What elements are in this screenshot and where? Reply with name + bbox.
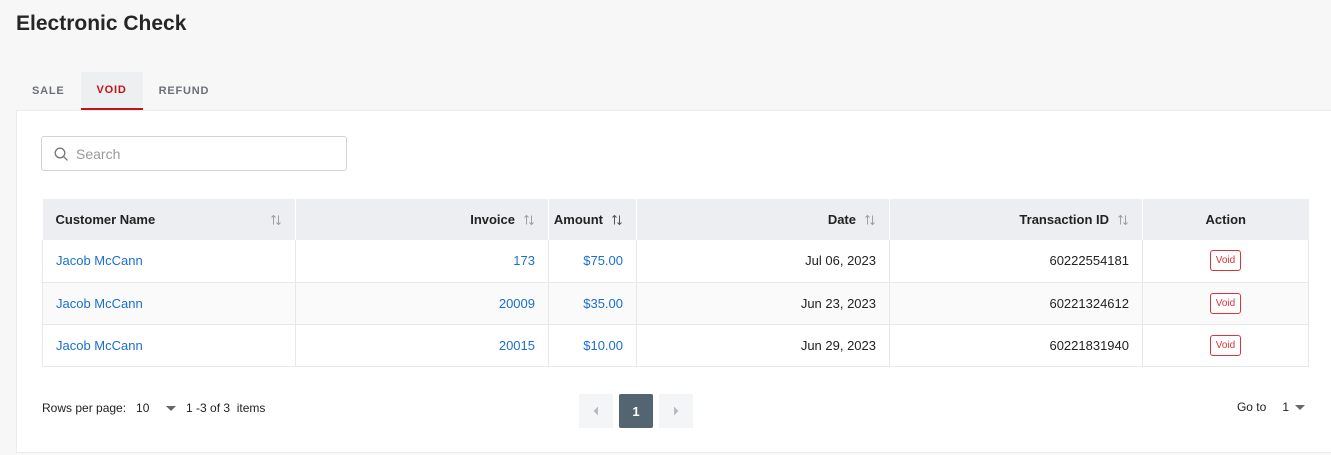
caret-down-icon [1295,404,1305,410]
void-card: Customer Name Invoice [16,110,1331,453]
transaction-id-cell: 60221831940 [889,324,1143,367]
page-button-current[interactable]: 1 [619,394,653,428]
amount-link[interactable]: $35.00 [583,296,623,311]
sort-icon[interactable] [523,214,535,226]
column-customer-name[interactable]: Customer Name [42,199,296,240]
pagination: 1 [579,394,693,428]
table-row: Jacob McCann 20015 $10.00 Jun 29, 2023 6… [42,324,1309,367]
sort-icon[interactable] [270,214,282,226]
void-button[interactable]: Void [1209,292,1242,314]
rows-per-page: Rows per page: 10 1 -3 of 3 items [42,401,265,415]
pagination-range: 1 -3 of 3 items [186,401,266,415]
column-transaction-id[interactable]: Transaction ID [889,199,1143,240]
table-header-row: Customer Name Invoice Amount Date Transa… [42,199,1309,240]
column-date[interactable]: Date [636,199,890,240]
table-row: Jacob McCann 20009 $35.00 Jun 23, 2023 6… [42,282,1309,325]
transaction-id-cell: 60221324612 [889,282,1143,325]
customer-link[interactable]: Jacob McCann [56,338,143,353]
column-label: Customer Name [55,212,156,227]
column-label: Date [827,212,856,227]
next-page-button[interactable] [659,394,693,428]
column-invoice[interactable]: Invoice [295,199,549,240]
page-title: Electronic Check [16,12,187,35]
void-button[interactable]: Void [1209,250,1242,272]
invoice-link[interactable]: 20009 [499,296,535,311]
amount-link[interactable]: $10.00 [583,338,623,353]
column-label: Invoice [470,212,515,227]
table-row: Jacob McCann 173 $75.00 Jul 06, 2023 602… [42,240,1309,283]
tab-refund[interactable]: REFUND [143,72,226,110]
invoice-link[interactable]: 173 [513,253,535,268]
caret-down-icon [166,405,177,411]
goto-value: 1 [1282,400,1289,414]
date-cell: Jul 06, 2023 [636,240,890,283]
date-cell: Jun 23, 2023 [636,282,890,325]
amount-link[interactable]: $75.00 [583,253,623,268]
rows-per-page-value: 10 [136,401,150,415]
search-input[interactable] [76,145,336,162]
prev-page-button[interactable] [579,394,613,428]
column-label: Action [1205,212,1246,227]
chevron-right-icon [674,406,679,416]
search-box [41,136,347,171]
date-cell: Jun 29, 2023 [636,324,890,367]
goto-page-select[interactable]: 1 [1282,400,1305,414]
column-label: Amount [553,212,603,227]
tab-sale[interactable]: SALE [16,72,81,110]
customer-link[interactable]: Jacob McCann [56,296,143,311]
transactions-table: Customer Name Invoice Amount Date Transa… [42,199,1309,367]
tab-void[interactable]: VOID [80,72,143,110]
invoice-link[interactable]: 20015 [499,338,535,353]
sort-icon[interactable] [864,214,876,226]
rows-per-page-select[interactable]: 10 [136,401,180,415]
sort-icon[interactable] [611,214,623,226]
tab-bar: SALE VOID REFUND [16,72,225,110]
sort-icon[interactable] [1117,214,1129,226]
rows-per-page-label: Rows per page: [42,401,127,415]
void-button[interactable]: Void [1209,334,1242,356]
column-label: Transaction ID [1019,212,1109,227]
goto-page: Go to 1 [1237,400,1305,414]
goto-label: Go to [1236,400,1267,414]
transaction-id-cell: 60222554181 [889,240,1143,283]
search-icon [54,147,68,161]
column-amount[interactable]: Amount [548,199,637,240]
chevron-left-icon [593,406,598,416]
customer-link[interactable]: Jacob McCann [56,253,143,268]
column-action: Action [1142,199,1309,240]
